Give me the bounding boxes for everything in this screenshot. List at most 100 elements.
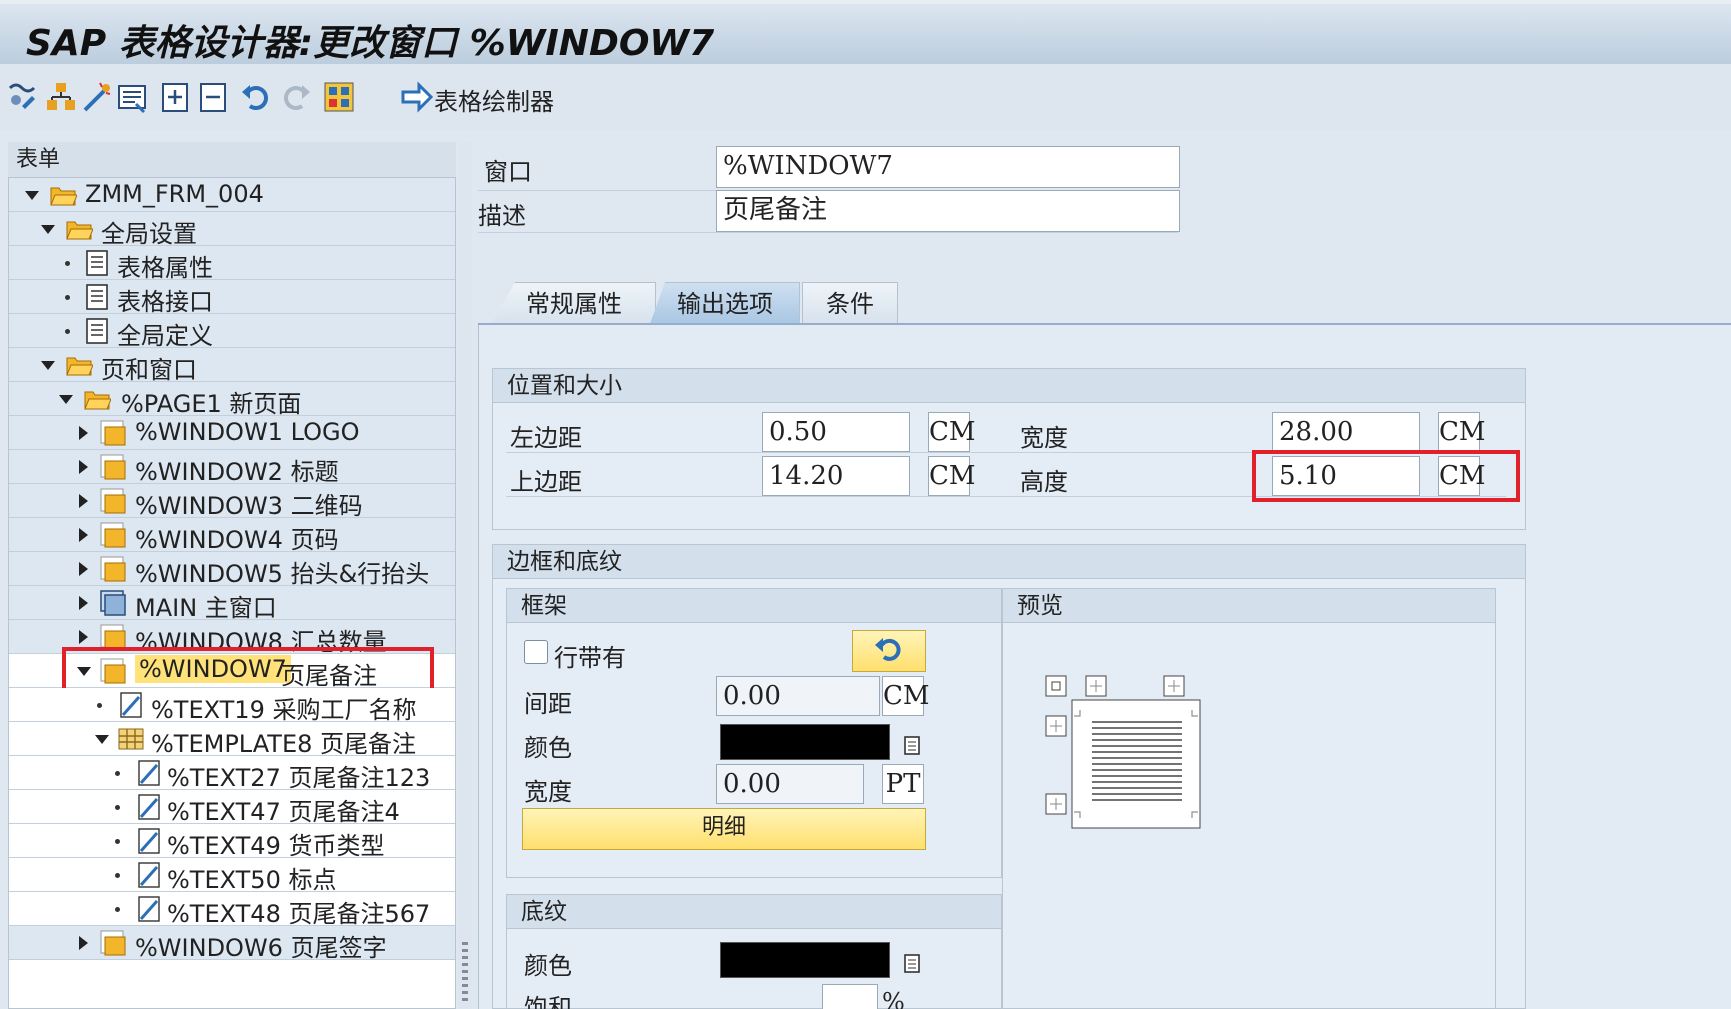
border-shading-title: 边框和底纹	[493, 545, 1525, 579]
window-icon	[100, 454, 126, 480]
tree-node-page1[interactable]: %PAGE1 新页面	[9, 382, 455, 418]
title-bar: SAP 表格设计器:更改窗口 %WINDOW7	[0, 0, 1731, 64]
tree-node-window3[interactable]: %WINDOW3 二维码	[9, 484, 455, 520]
color-picker-icon[interactable]	[902, 952, 922, 974]
window-name-field[interactable]: %WINDOW7	[716, 146, 1180, 188]
left-margin-unit[interactable]: CM	[928, 412, 976, 452]
frame-width-field[interactable]: 0.00	[716, 764, 864, 804]
delete-icon[interactable]	[196, 80, 230, 114]
description-label: 描述	[478, 202, 526, 230]
document-icon	[86, 318, 108, 344]
height-label: 高度	[1020, 468, 1068, 496]
frame-color-swatch[interactable]	[720, 724, 890, 760]
top-margin-field[interactable]: 14.20	[762, 456, 910, 496]
forward-arrow-icon[interactable]	[400, 80, 434, 114]
template-table-icon	[118, 728, 144, 750]
insert-icon[interactable]	[158, 80, 192, 114]
text-node-icon	[138, 794, 160, 820]
tree-node-text50[interactable]: %TEXT50 标点	[9, 858, 455, 894]
print-preview-icon[interactable]	[116, 80, 150, 114]
undo-icon	[875, 638, 901, 661]
frame-title: 框架	[507, 589, 1001, 623]
spacing-label: 间距	[524, 690, 572, 718]
saturation-field[interactable]	[822, 984, 878, 1009]
frame-width-unit[interactable]: PT	[882, 764, 924, 804]
tree-node-text47[interactable]: %TEXT47 页尾备注4	[9, 790, 455, 826]
main-window-icon	[100, 590, 126, 616]
position-size-title: 位置和大小	[493, 369, 1525, 403]
undo-icon[interactable]	[240, 80, 274, 114]
window-label: 窗口	[484, 158, 532, 186]
spacing-field[interactable]: 0.00	[716, 676, 880, 716]
width-label: 宽度	[1020, 424, 1068, 452]
tree-node-template8[interactable]: %TEMPLATE8 页尾备注	[9, 722, 455, 758]
spacing-unit[interactable]: CM	[882, 676, 930, 716]
description-field[interactable]: 页尾备注	[716, 190, 1180, 232]
folder-open-icon	[66, 357, 93, 376]
width-field[interactable]: 28.00	[1272, 412, 1420, 452]
folder-open-icon	[84, 391, 111, 410]
shading-color-swatch[interactable]	[720, 942, 890, 978]
frame-color-label: 颜色	[524, 734, 572, 762]
tab-general-attributes[interactable]: 常规属性	[492, 282, 656, 324]
tree-node-window6[interactable]: %WINDOW6 页尾签字	[9, 926, 455, 962]
tree-node-text48[interactable]: %TEXT48 页尾备注567	[9, 892, 455, 928]
tab-output-options[interactable]: 输出选项	[650, 282, 800, 324]
frame-width-label: 宽度	[524, 778, 572, 806]
tree-node-text19[interactable]: %TEXT19 采购工厂名称	[9, 688, 455, 724]
window-icon	[100, 488, 126, 514]
tree-node-global-definitions[interactable]: 全局定义	[9, 314, 455, 350]
form-painter-button[interactable]: 表格绘制器	[434, 82, 554, 117]
window-icon	[100, 420, 126, 446]
tree-node-global-settings[interactable]: 全局设置	[9, 212, 455, 248]
tree-node-form-attributes[interactable]: 表格属性	[9, 246, 455, 282]
left-margin-label: 左边距	[510, 424, 582, 452]
text-node-icon	[138, 760, 160, 786]
details-button[interactable]: 明细	[522, 808, 926, 850]
tab-conditions[interactable]: 条件	[802, 282, 898, 324]
left-margin-field[interactable]: 0.50	[762, 412, 910, 452]
folder-open-icon	[66, 221, 93, 240]
line-with-label: 行带有	[554, 644, 626, 672]
document-icon	[86, 250, 108, 276]
tree-header: 表单	[8, 142, 456, 178]
window7-highlight	[62, 647, 434, 693]
window-icon	[100, 522, 126, 548]
color-picker-icon[interactable]	[902, 734, 922, 756]
form-painter-icon[interactable]	[322, 80, 356, 114]
tree-node-text49[interactable]: %TEXT49 货币类型	[9, 824, 455, 860]
window-title: SAP 表格设计器:更改窗口 %WINDOW7	[26, 23, 715, 64]
tree-node-window4[interactable]: %WINDOW4 页码	[9, 518, 455, 554]
redo-icon[interactable]	[278, 80, 312, 114]
text-node-icon	[138, 828, 160, 854]
height-highlight	[1252, 450, 1520, 502]
text-node-icon	[120, 692, 142, 718]
hierarchy-icon[interactable]	[44, 80, 78, 114]
display-change-icon[interactable]	[6, 80, 40, 114]
top-margin-unit[interactable]: CM	[928, 456, 976, 496]
width-unit[interactable]: CM	[1438, 412, 1486, 452]
tree-node-window5[interactable]: %WINDOW5 抬头&行抬头	[9, 552, 455, 588]
preview-title: 预览	[1003, 589, 1495, 623]
tree-node-main[interactable]: MAIN 主窗口	[9, 586, 455, 622]
tree-node-root[interactable]: ZMM_FRM_004	[9, 178, 455, 212]
panel-splitter[interactable]	[458, 142, 472, 1009]
tree-node-text27[interactable]: %TEXT27 页尾备注123	[9, 756, 455, 792]
tree-node-form-interface[interactable]: 表格接口	[9, 280, 455, 316]
tree-node-window1[interactable]: %WINDOW1 LOGO	[9, 416, 455, 450]
wizard-icon[interactable]	[80, 80, 114, 114]
text-node-icon	[138, 896, 160, 922]
document-icon	[86, 284, 108, 310]
window-icon	[100, 556, 126, 582]
shading-title: 底纹	[507, 895, 1001, 929]
frame-preview-icon	[1045, 675, 1201, 829]
line-with-checkbox[interactable]	[524, 640, 548, 664]
tree-node-pages-windows[interactable]: 页和窗口	[9, 348, 455, 384]
tree-node-window2[interactable]: %WINDOW2 标题	[9, 450, 455, 486]
saturation-label: 饱和	[524, 994, 572, 1009]
saturation-unit: %	[882, 988, 905, 1009]
window-icon	[100, 930, 126, 956]
reset-frame-button[interactable]	[852, 630, 926, 672]
folder-open-icon	[50, 187, 77, 206]
text-node-icon	[138, 862, 160, 888]
